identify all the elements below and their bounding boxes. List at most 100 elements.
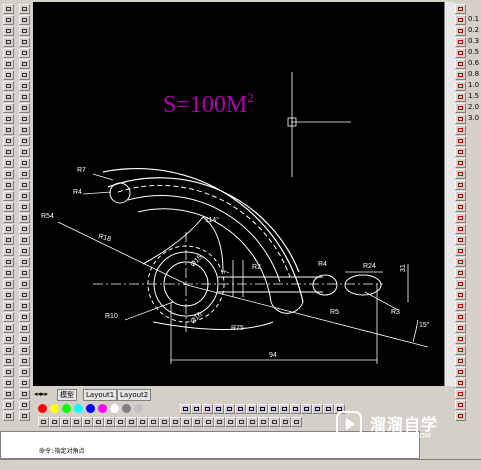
- bottom-tool-button[interactable]: [180, 404, 191, 414]
- left-tool-button[interactable]: [19, 81, 30, 91]
- left-tool-button[interactable]: [19, 224, 30, 234]
- left-tool-button[interactable]: [19, 323, 30, 333]
- bottom-tool-button[interactable]: [202, 404, 213, 414]
- bottom-tool-button[interactable]: [181, 417, 192, 427]
- left-tool-button[interactable]: [3, 158, 14, 168]
- color-swatch[interactable]: [98, 404, 107, 413]
- left-tool-button[interactable]: [19, 48, 30, 58]
- left-tool-button[interactable]: [19, 378, 30, 388]
- right-tool-button[interactable]: [455, 125, 466, 135]
- right-tool-button[interactable]: [455, 213, 466, 223]
- right-tool-button[interactable]: [455, 411, 466, 421]
- right-tool-button[interactable]: [455, 180, 466, 190]
- left-tool-button[interactable]: [3, 268, 14, 278]
- bottom-tool-button[interactable]: [247, 417, 258, 427]
- bottom-tool-button[interactable]: [224, 404, 235, 414]
- lineweight-value[interactable]: 0.5: [468, 47, 481, 58]
- left-tool-button[interactable]: [3, 389, 14, 399]
- tab-nav-arrows[interactable]: ◂◂▸▸: [34, 390, 48, 398]
- left-tool-button[interactable]: [3, 4, 14, 14]
- left-tool-button[interactable]: [19, 37, 30, 47]
- right-tool-button[interactable]: [455, 246, 466, 256]
- bottom-tool-button[interactable]: [214, 417, 225, 427]
- left-tool-button[interactable]: [19, 246, 30, 256]
- left-tool-button[interactable]: [3, 246, 14, 256]
- left-tool-button[interactable]: [19, 180, 30, 190]
- left-tool-button[interactable]: [3, 169, 14, 179]
- right-tool-button[interactable]: [455, 114, 466, 124]
- right-tool-button[interactable]: [455, 147, 466, 157]
- right-tool-button[interactable]: [455, 312, 466, 322]
- left-tool-button[interactable]: [3, 81, 14, 91]
- bottom-tool-button[interactable]: [236, 417, 247, 427]
- left-tool-button[interactable]: [3, 323, 14, 333]
- left-tool-button[interactable]: [3, 15, 14, 25]
- left-tool-button[interactable]: [19, 136, 30, 146]
- left-tool-button[interactable]: [3, 59, 14, 69]
- left-tool-button[interactable]: [3, 37, 14, 47]
- bottom-tool-button[interactable]: [268, 404, 279, 414]
- bottom-tool-button[interactable]: [258, 417, 269, 427]
- color-swatch[interactable]: [62, 404, 71, 413]
- left-tool-button[interactable]: [3, 103, 14, 113]
- right-tool-button[interactable]: [455, 136, 466, 146]
- left-tool-button[interactable]: [3, 334, 14, 344]
- bottom-tool-button[interactable]: [137, 417, 148, 427]
- right-tool-button[interactable]: [455, 301, 466, 311]
- bottom-tool-button[interactable]: [93, 417, 104, 427]
- lineweight-value[interactable]: 2.0: [468, 102, 481, 113]
- left-tool-button[interactable]: [19, 4, 30, 14]
- left-tool-button[interactable]: [3, 257, 14, 267]
- left-tool-button[interactable]: [19, 301, 30, 311]
- bottom-tool-button[interactable]: [126, 417, 137, 427]
- left-tool-button[interactable]: [19, 367, 30, 377]
- right-tool-button[interactable]: [455, 48, 466, 58]
- bottom-tool-button[interactable]: [191, 404, 202, 414]
- left-tool-button[interactable]: [3, 180, 14, 190]
- left-tool-button[interactable]: [19, 169, 30, 179]
- left-tool-button[interactable]: [19, 59, 30, 69]
- bottom-tool-button[interactable]: [213, 404, 224, 414]
- bottom-tool-button[interactable]: [170, 417, 181, 427]
- left-tool-button[interactable]: [19, 400, 30, 410]
- left-tool-button[interactable]: [19, 92, 30, 102]
- right-tool-button[interactable]: [455, 257, 466, 267]
- color-swatch[interactable]: [38, 404, 47, 413]
- right-tool-button[interactable]: [455, 224, 466, 234]
- left-tool-button[interactable]: [19, 103, 30, 113]
- right-tool-button[interactable]: [455, 202, 466, 212]
- lineweight-value[interactable]: 0.2: [468, 25, 481, 36]
- left-tool-button[interactable]: [3, 147, 14, 157]
- right-tool-button[interactable]: [455, 103, 466, 113]
- left-tool-button[interactable]: [3, 202, 14, 212]
- bottom-tool-button[interactable]: [148, 417, 159, 427]
- bottom-tool-button[interactable]: [159, 417, 170, 427]
- right-tool-button[interactable]: [455, 59, 466, 69]
- right-tool-button[interactable]: [455, 389, 466, 399]
- left-tool-button[interactable]: [3, 92, 14, 102]
- lineweight-value[interactable]: 3.0: [468, 113, 481, 124]
- bottom-tool-button[interactable]: [291, 417, 302, 427]
- color-swatch[interactable]: [50, 404, 59, 413]
- left-tool-button[interactable]: [3, 356, 14, 366]
- left-tool-button[interactable]: [19, 191, 30, 201]
- left-tool-button[interactable]: [19, 290, 30, 300]
- left-tool-button[interactable]: [19, 312, 30, 322]
- lineweight-value[interactable]: 0.3: [468, 36, 481, 47]
- bottom-tool-button[interactable]: [235, 404, 246, 414]
- color-swatch[interactable]: [74, 404, 83, 413]
- right-tool-button[interactable]: [455, 367, 466, 377]
- left-tool-button[interactable]: [3, 279, 14, 289]
- left-tool-button[interactable]: [3, 400, 14, 410]
- lineweight-value[interactable]: 1.0: [468, 80, 481, 91]
- color-swatch[interactable]: [110, 404, 119, 413]
- right-tool-button[interactable]: [455, 70, 466, 80]
- bottom-tool-button[interactable]: [257, 404, 268, 414]
- right-tool-button[interactable]: [455, 268, 466, 278]
- bottom-tool-button[interactable]: [71, 417, 82, 427]
- right-tool-button[interactable]: [455, 81, 466, 91]
- left-tool-button[interactable]: [3, 191, 14, 201]
- left-tool-button[interactable]: [3, 48, 14, 58]
- left-tool-button[interactable]: [19, 268, 30, 278]
- left-tool-button[interactable]: [3, 235, 14, 245]
